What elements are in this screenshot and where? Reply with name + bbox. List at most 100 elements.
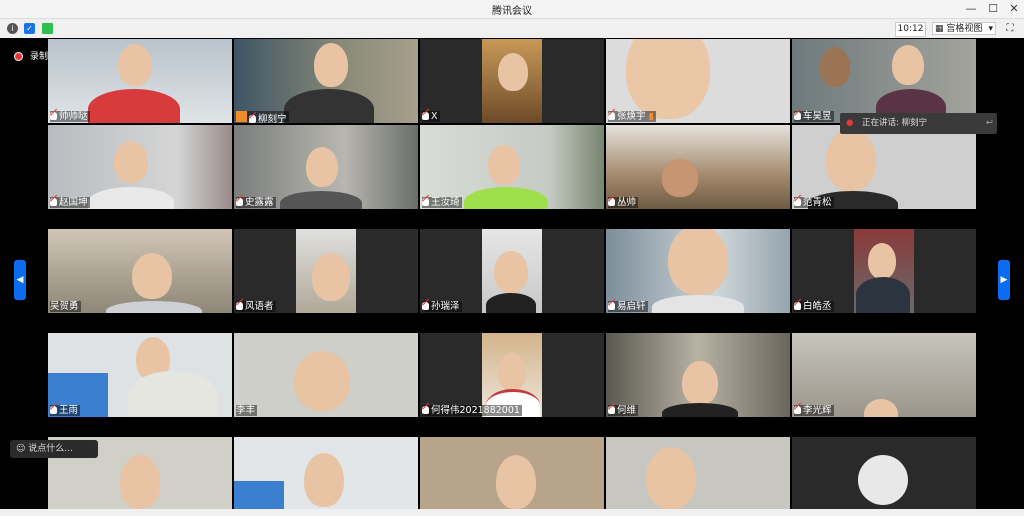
participant-label: 何维 xyxy=(608,405,639,416)
video-tile[interactable]: 王汝琦 xyxy=(420,125,604,209)
participant-name: 张焕宇 xyxy=(617,111,646,122)
video-tile[interactable]: 史露露 xyxy=(234,125,418,209)
record-icon xyxy=(14,52,23,61)
muted-mic-icon xyxy=(422,406,429,414)
video-tile[interactable]: 风语者 xyxy=(234,229,418,313)
video-tile[interactable]: 范青松 xyxy=(792,125,976,209)
participant-video xyxy=(314,43,348,87)
participant-video xyxy=(662,159,698,197)
info-icon[interactable]: i xyxy=(7,23,18,34)
participant-video xyxy=(312,253,350,301)
video-tile[interactable]: 白皓丞 xyxy=(792,229,976,313)
mic-icon xyxy=(249,115,256,123)
participant-name: 何维 xyxy=(617,405,637,416)
close-button[interactable]: ✕ xyxy=(1006,1,1022,17)
muted-mic-icon xyxy=(236,302,243,310)
window-title: 腾讯会议 xyxy=(492,6,532,17)
maximize-button[interactable]: ☐ xyxy=(985,1,1001,17)
muted-mic-icon xyxy=(50,406,57,414)
video-tile[interactable]: 易启轩 xyxy=(606,229,790,313)
participant-video xyxy=(118,44,152,86)
video-tile[interactable]: 赵国坤 xyxy=(48,125,232,209)
muted-mic-icon xyxy=(422,198,429,206)
video-tile-active-speaker[interactable]: 柳刻宁 xyxy=(234,39,418,123)
chat-placeholder: 说点什么... xyxy=(28,444,73,454)
video-tile[interactable]: 李光辉 xyxy=(792,333,976,417)
video-tile[interactable]: 吴贺勇 xyxy=(48,229,232,313)
video-tile[interactable] xyxy=(606,437,790,509)
bottom-toolbar xyxy=(0,509,1024,516)
title-bar: 腾讯会议 — ☐ ✕ xyxy=(0,0,1024,19)
participant-video xyxy=(826,129,876,191)
participant-video xyxy=(498,53,528,91)
muted-mic-icon xyxy=(794,198,801,206)
participant-label: 李光辉 xyxy=(794,405,834,416)
grid-icon: ▦ xyxy=(935,24,947,34)
participant-video xyxy=(120,455,160,509)
video-tile[interactable]: 丛帅 xyxy=(606,125,790,209)
participant-video xyxy=(498,353,526,391)
previous-page-button[interactable]: ◀ xyxy=(14,260,26,300)
view-mode-label: 宫格视图 xyxy=(946,24,983,34)
minimize-button[interactable]: — xyxy=(963,1,979,17)
video-tile[interactable]: 帅帅哒 xyxy=(48,39,232,123)
participant-label: 赵国坤 xyxy=(50,197,90,208)
participant-video xyxy=(304,453,344,507)
view-mode-button[interactable]: ▦ 宫格视图 ▾ xyxy=(932,22,996,35)
muted-mic-icon xyxy=(794,112,801,120)
participant-label: 车昊昱 xyxy=(794,111,834,122)
participant-name: 柳刻宁 xyxy=(258,114,287,123)
video-tile[interactable]: 李丰 xyxy=(234,333,418,417)
video-grid: 帅帅哒 柳刻宁 X 张焕宇 ▮ 车昊昱 赵国坤 史露露 王汝琦 丛帅 范青松 吴… xyxy=(48,39,976,509)
video-tile[interactable] xyxy=(420,437,604,509)
avatar xyxy=(858,455,908,505)
meeting-toolbar: i ✓ xyxy=(0,19,1024,38)
muted-mic-icon xyxy=(608,406,615,414)
participant-name: 王雨 xyxy=(59,405,79,416)
participant-label: 风语者 xyxy=(236,301,276,312)
signal-icon[interactable] xyxy=(42,23,53,34)
muted-mic-icon xyxy=(236,198,243,206)
participant-label: 张焕宇 ▮ xyxy=(608,111,656,122)
participant-video xyxy=(682,361,718,405)
video-tile[interactable]: 王雨 xyxy=(48,333,232,417)
video-tile-avatar[interactable] xyxy=(792,437,976,509)
muted-mic-icon xyxy=(794,302,801,310)
speaker-icon: ● xyxy=(846,118,854,128)
video-tile[interactable]: 何得伟2021882001 xyxy=(420,333,604,417)
video-tile[interactable]: 孙瑞泽 xyxy=(420,229,604,313)
next-page-button[interactable]: ▶ xyxy=(998,260,1010,300)
participant-name: 李丰 xyxy=(236,405,256,416)
participant-name: 王汝琦 xyxy=(431,197,460,208)
participant-label: 柳刻宁 xyxy=(236,111,289,123)
participant-video xyxy=(132,253,172,299)
participant-label: 易启轩 xyxy=(608,301,648,312)
video-tile[interactable]: 张焕宇 ▮ xyxy=(606,39,790,123)
participant-name: 帅帅哒 xyxy=(59,111,88,122)
participant-video xyxy=(496,455,536,509)
video-tile[interactable]: X xyxy=(420,39,604,123)
speaking-label: 正在讲话: 柳刻宁 xyxy=(862,118,928,128)
emoji-icon[interactable]: ☺ xyxy=(16,444,28,454)
video-tile[interactable]: 何维 xyxy=(606,333,790,417)
participant-video xyxy=(114,141,148,183)
shield-icon[interactable]: ✓ xyxy=(24,23,35,34)
video-tile[interactable]: 车昊昱 xyxy=(792,39,976,123)
meeting-time: 10:12 xyxy=(895,22,926,37)
muted-mic-icon xyxy=(794,406,801,414)
video-tile[interactable] xyxy=(234,437,418,509)
muted-mic-icon xyxy=(422,302,429,310)
participant-name: 车昊昱 xyxy=(803,111,832,122)
participant-name: 赵国坤 xyxy=(59,197,88,208)
participant-name: 何得伟2021882001 xyxy=(431,405,520,416)
host-icon xyxy=(236,111,247,122)
chat-input[interactable]: ☺ 说点什么... xyxy=(10,440,98,458)
participant-video xyxy=(646,447,696,509)
chevron-down-icon: ▾ xyxy=(988,24,993,34)
collapse-icon[interactable]: ↩ xyxy=(986,113,993,134)
muted-mic-icon xyxy=(608,302,615,310)
muted-mic-icon xyxy=(608,112,615,120)
fullscreen-icon[interactable]: ⛶ xyxy=(1004,22,1016,35)
participant-name: 史露露 xyxy=(245,197,274,208)
speaking-indicator: ● 正在讲话: 柳刻宁 ↩ xyxy=(840,113,997,134)
